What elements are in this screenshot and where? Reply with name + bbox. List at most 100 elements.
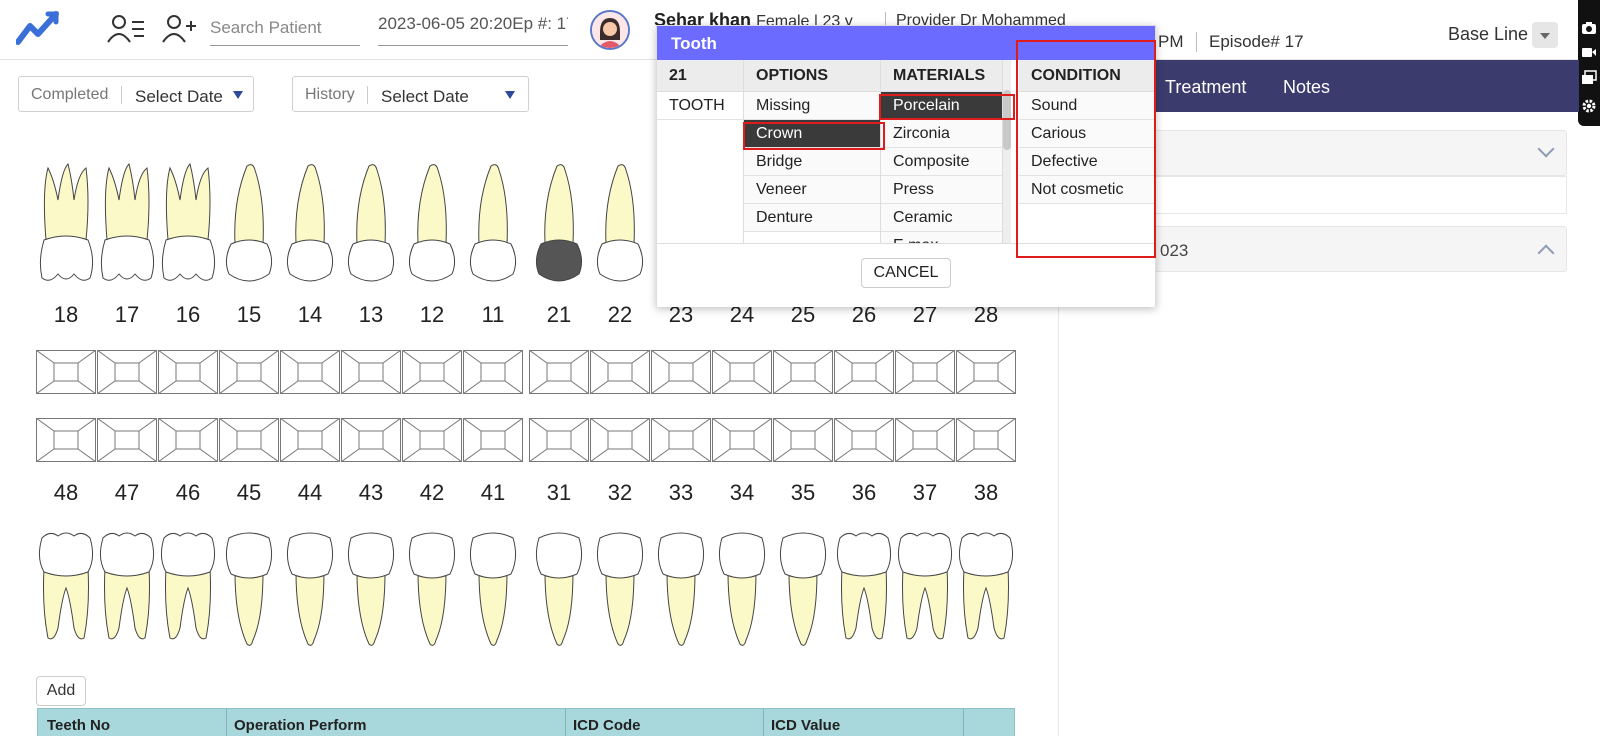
tooth-number-37[interactable]: 37: [895, 480, 955, 506]
tooth-number-15[interactable]: 15: [219, 302, 279, 328]
surface-chart-32[interactable]: [590, 418, 650, 462]
condition-not-cosmetic[interactable]: Not cosmetic: [1019, 176, 1156, 204]
surface-chart-45[interactable]: [219, 418, 279, 462]
tooth-number-12[interactable]: 12: [402, 302, 462, 328]
caret-down-icon[interactable]: [505, 91, 515, 99]
tab-notes[interactable]: Notes: [1283, 77, 1330, 98]
tooth-16[interactable]: [158, 160, 218, 284]
tooth-number-14[interactable]: 14: [280, 302, 340, 328]
material-press[interactable]: Press: [881, 176, 1002, 204]
tooth-number-46[interactable]: 46: [158, 480, 218, 506]
tooth-cell[interactable]: TOOTH: [657, 92, 743, 120]
surface-chart-13[interactable]: [341, 350, 401, 394]
completed-date-select[interactable]: Select Date: [135, 87, 223, 107]
tooth-46[interactable]: [158, 528, 218, 650]
surface-chart-43[interactable]: [341, 418, 401, 462]
condition-carious[interactable]: Carious: [1019, 120, 1156, 148]
surface-chart-24[interactable]: [712, 350, 772, 394]
tooth-42[interactable]: [402, 528, 462, 650]
material-porcelain[interactable]: Porcelain: [881, 92, 1002, 120]
tooth-number-32[interactable]: 32: [590, 480, 650, 506]
chevron-up-icon[interactable]: [1537, 244, 1555, 262]
caret-down-icon[interactable]: [233, 91, 243, 99]
surface-chart-35[interactable]: [773, 418, 833, 462]
tooth-12[interactable]: [402, 160, 462, 284]
surface-chart-16[interactable]: [158, 350, 218, 394]
tooth-number-42[interactable]: 42: [402, 480, 462, 506]
camera-icon[interactable]: [1581, 20, 1597, 36]
app-logo-icon[interactable]: [16, 10, 62, 46]
add-patient-icon[interactable]: [160, 12, 200, 46]
materials-scrollbar[interactable]: [1003, 60, 1011, 243]
tooth-37[interactable]: [895, 528, 955, 650]
tooth-number-35[interactable]: 35: [773, 480, 833, 506]
surface-chart-42[interactable]: [402, 418, 462, 462]
surface-chart-41[interactable]: [463, 418, 523, 462]
surface-chart-11[interactable]: [463, 350, 523, 394]
tooth-45[interactable]: [219, 528, 279, 650]
material-ceramic[interactable]: Ceramic: [881, 204, 1002, 232]
tooth-number-18[interactable]: 18: [36, 302, 96, 328]
tooth-33[interactable]: [651, 528, 711, 650]
material-composite[interactable]: Composite: [881, 148, 1002, 176]
completed-filter[interactable]: Completed Select Date: [18, 76, 254, 112]
history-date-select[interactable]: Select Date: [381, 87, 469, 107]
tooth-number-43[interactable]: 43: [341, 480, 401, 506]
tooth-number-41[interactable]: 41: [463, 480, 523, 506]
surface-chart-28[interactable]: [956, 350, 1016, 394]
tooth-35[interactable]: [773, 528, 833, 650]
search-patient-input[interactable]: [210, 10, 360, 46]
chevron-down-icon[interactable]: [1537, 140, 1555, 158]
surface-chart-14[interactable]: [280, 350, 340, 394]
tooth-18[interactable]: [36, 160, 96, 284]
tooth-21[interactable]: [529, 160, 589, 284]
scrollbar-thumb[interactable]: [1003, 90, 1011, 150]
settings-gear-icon[interactable]: [1581, 98, 1597, 114]
tooth-number-34[interactable]: 34: [712, 480, 772, 506]
tooth-38[interactable]: [956, 528, 1016, 650]
option-missing[interactable]: Missing: [744, 92, 880, 120]
surface-chart-44[interactable]: [280, 418, 340, 462]
video-icon[interactable]: [1581, 44, 1597, 60]
tooth-47[interactable]: [97, 528, 157, 650]
material-zirconia[interactable]: Zirconia: [881, 120, 1002, 148]
condition-defective[interactable]: Defective: [1019, 148, 1156, 176]
episode-date-field[interactable]: 2023-06-05 20:20Ep #: 17: [378, 10, 568, 46]
surface-chart-47[interactable]: [97, 418, 157, 462]
tab-treatment[interactable]: Treatment: [1165, 77, 1246, 98]
history-filter[interactable]: History Select Date: [292, 76, 529, 112]
option-crown[interactable]: Crown: [744, 120, 880, 148]
baseline-dropdown-button[interactable]: [1532, 22, 1558, 48]
tooth-number-38[interactable]: 38: [956, 480, 1016, 506]
surface-chart-38[interactable]: [956, 418, 1016, 462]
tooth-15[interactable]: [219, 160, 279, 284]
option-veneer[interactable]: Veneer: [744, 176, 880, 204]
surface-chart-31[interactable]: [529, 418, 589, 462]
tooth-number-48[interactable]: 48: [36, 480, 96, 506]
tooth-number-31[interactable]: 31: [529, 480, 589, 506]
tooth-number-47[interactable]: 47: [97, 480, 157, 506]
material-e-max[interactable]: E max: [881, 232, 1002, 243]
tooth-11[interactable]: [463, 160, 523, 284]
surface-chart-36[interactable]: [834, 418, 894, 462]
tooth-44[interactable]: [280, 528, 340, 650]
tooth-number-17[interactable]: 17: [97, 302, 157, 328]
windows-icon[interactable]: [1581, 70, 1597, 86]
tooth-22[interactable]: [590, 160, 650, 284]
surface-chart-37[interactable]: [895, 418, 955, 462]
surface-chart-21[interactable]: [529, 350, 589, 394]
tooth-number-33[interactable]: 33: [651, 480, 711, 506]
option-denture[interactable]: Denture: [744, 204, 880, 232]
cancel-button[interactable]: CANCEL: [861, 258, 951, 288]
tooth-number-16[interactable]: 16: [158, 302, 218, 328]
tooth-43[interactable]: [341, 528, 401, 650]
surface-chart-18[interactable]: [36, 350, 96, 394]
surface-chart-34[interactable]: [712, 418, 772, 462]
tooth-number-21[interactable]: 21: [529, 302, 589, 328]
tooth-14[interactable]: [280, 160, 340, 284]
surface-chart-15[interactable]: [219, 350, 279, 394]
surface-chart-46[interactable]: [158, 418, 218, 462]
patient-avatar[interactable]: [590, 10, 630, 50]
surface-chart-17[interactable]: [97, 350, 157, 394]
tooth-32[interactable]: [590, 528, 650, 650]
